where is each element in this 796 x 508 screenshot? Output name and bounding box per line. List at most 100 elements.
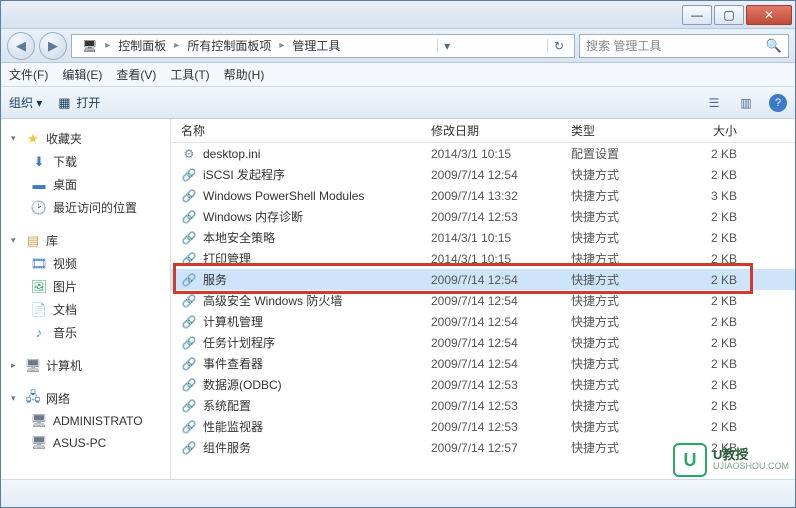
search-icon[interactable]: 🔍 — [766, 38, 782, 54]
sidebar-item-desktop[interactable]: ▬ 桌面 — [1, 173, 170, 196]
file-row[interactable]: 🔗任务计划程序2009/7/14 12:54快捷方式2 KB — [171, 332, 795, 353]
sidebar-item-videos[interactable]: 🎞 视频 — [1, 252, 170, 275]
file-name: Windows PowerShell Modules — [203, 189, 364, 203]
help-button[interactable]: ? — [769, 94, 787, 112]
sidebar-computer-header[interactable]: ▸ 🖥 计算机 — [1, 354, 170, 377]
file-row[interactable]: 🔗打印管理2014/3/1 10:15快捷方式2 KB — [171, 248, 795, 269]
recent-icon: 🕑 — [31, 200, 47, 216]
file-row[interactable]: 🔗本地安全策略2014/3/1 10:15快捷方式2 KB — [171, 227, 795, 248]
file-row[interactable]: 🔗系统配置2009/7/14 12:53快捷方式2 KB — [171, 395, 795, 416]
sidebar-item-recent[interactable]: 🕑 最近访问的位置 — [1, 196, 170, 219]
col-type[interactable]: 类型 — [571, 122, 681, 139]
explorer-window: — ▢ ✕ ◀ ▶ 🖥 ▸ 控制面板 ▸ 所有控制面板项 ▸ 管理工具 ▾ ↻ … — [0, 0, 796, 508]
file-name: 本地安全策略 — [203, 229, 275, 246]
sidebar-item-music[interactable]: ♪ 音乐 — [1, 321, 170, 344]
file-row[interactable]: 🔗计算机管理2009/7/14 12:54快捷方式2 KB — [171, 311, 795, 332]
file-date: 2009/7/14 12:53 — [431, 210, 571, 224]
breadcrumb-sep: ▸ — [172, 40, 181, 51]
sidebar-favorites-header[interactable]: ▾ ★ 收藏夹 — [1, 127, 170, 150]
file-date: 2009/7/14 12:53 — [431, 378, 571, 392]
file-date: 2014/3/1 10:15 — [431, 231, 571, 245]
file-type: 快捷方式 — [571, 250, 681, 267]
file-size: 2 KB — [681, 441, 751, 455]
close-button[interactable]: ✕ — [746, 5, 792, 25]
file-row[interactable]: ⚙desktop.ini2014/3/1 10:15配置设置2 KB — [171, 143, 795, 164]
sidebar-item-downloads[interactable]: ⬇ 下载 — [1, 150, 170, 173]
file-list[interactable]: ⚙desktop.ini2014/3/1 10:15配置设置2 KB🔗iSCSI… — [171, 143, 795, 479]
menu-file[interactable]: 文件(F) — [9, 66, 48, 83]
pc-icon: 🖥 — [31, 435, 47, 451]
computer-icon: 🖥 — [25, 358, 41, 374]
view-options-icon[interactable]: ☰ — [705, 94, 723, 112]
file-row[interactable]: 🔗事件查看器2009/7/14 12:54快捷方式2 KB — [171, 353, 795, 374]
file-size: 2 KB — [681, 378, 751, 392]
sidebar-item-net1[interactable]: 🖥 ADMINISTRATO — [1, 410, 170, 432]
file-date: 2009/7/14 12:54 — [431, 273, 571, 287]
file-row[interactable]: 🔗高级安全 Windows 防火墙2009/7/14 12:54快捷方式2 KB — [171, 290, 795, 311]
file-type: 快捷方式 — [571, 376, 681, 393]
toolbar: 组织 ▾ ▦ 打开 ☰ ▥ ? — [1, 87, 795, 119]
back-button[interactable]: ◀ — [7, 32, 35, 60]
statusbar — [1, 479, 795, 507]
file-icon: 🔗 — [181, 377, 197, 393]
sidebar-item-net2[interactable]: 🖥 ASUS-PC — [1, 432, 170, 454]
menu-tools[interactable]: 工具(T) — [170, 66, 209, 83]
maximize-button[interactable]: ▢ — [714, 5, 744, 25]
file-type: 快捷方式 — [571, 334, 681, 351]
col-date[interactable]: 修改日期 — [431, 122, 571, 139]
col-name[interactable]: 名称 — [171, 122, 431, 139]
libraries-label: 库 — [46, 232, 58, 249]
file-list-pane: 名称 修改日期 类型 大小 ⚙desktop.ini2014/3/1 10:15… — [171, 119, 795, 479]
file-type: 快捷方式 — [571, 208, 681, 225]
open-button[interactable]: ▦ 打开 — [56, 94, 100, 111]
file-name: 系统配置 — [203, 397, 251, 414]
forward-button[interactable]: ▶ — [39, 32, 67, 60]
picture-icon: 🖼 — [31, 279, 47, 295]
address-bar-row: ◀ ▶ 🖥 ▸ 控制面板 ▸ 所有控制面板项 ▸ 管理工具 ▾ ↻ 搜索 管理工… — [1, 29, 795, 63]
file-icon: 🔗 — [181, 440, 197, 456]
menu-edit[interactable]: 编辑(E) — [62, 66, 102, 83]
file-row[interactable]: 🔗数据源(ODBC)2009/7/14 12:53快捷方式2 KB — [171, 374, 795, 395]
sidebar-network-header[interactable]: ▾ 🖧 网络 — [1, 387, 170, 410]
file-name: 服务 — [203, 271, 227, 288]
file-row[interactable]: 🔗Windows 内存诊断2009/7/14 12:53快捷方式2 KB — [171, 206, 795, 227]
pc-icon: 🖥 — [31, 413, 47, 429]
sidebar-libraries-header[interactable]: ▾ ▤ 库 — [1, 229, 170, 252]
menu-view[interactable]: 查看(V) — [116, 66, 156, 83]
menu-help[interactable]: 帮助(H) — [224, 66, 265, 83]
search-input[interactable]: 搜索 管理工具 🔍 — [579, 34, 789, 58]
file-size: 2 KB — [681, 336, 751, 350]
breadcrumb-seg-2[interactable]: 管理工具 — [286, 37, 346, 54]
library-icon: ▤ — [25, 233, 41, 249]
sidebar-network: ▾ 🖧 网络 🖥 ADMINISTRATO 🖥 ASUS-PC — [1, 387, 170, 454]
file-type: 快捷方式 — [571, 397, 681, 414]
refresh-button[interactable]: ↻ — [547, 39, 570, 53]
sidebar-item-documents[interactable]: 📄 文档 — [1, 298, 170, 321]
tri-icon: ▾ — [11, 393, 20, 404]
desktop-label: 桌面 — [53, 176, 77, 193]
documents-label: 文档 — [53, 301, 77, 318]
file-row[interactable]: 🔗Windows PowerShell Modules2009/7/14 13:… — [171, 185, 795, 206]
organize-button[interactable]: 组织 ▾ — [9, 94, 42, 111]
breadcrumb-seg-0[interactable]: 控制面板 — [112, 37, 172, 54]
breadcrumb-dropdown[interactable]: ▾ — [437, 39, 456, 53]
file-row[interactable]: 🔗服务2009/7/14 12:54快捷方式2 KB — [171, 269, 795, 290]
col-size[interactable]: 大小 — [681, 122, 751, 139]
sidebar-item-pictures[interactable]: 🖼 图片 — [1, 275, 170, 298]
file-icon: 🔗 — [181, 209, 197, 225]
document-icon: 📄 — [31, 302, 47, 318]
file-row[interactable]: 🔗性能监视器2009/7/14 12:53快捷方式2 KB — [171, 416, 795, 437]
open-label: 打开 — [76, 94, 100, 111]
file-name: 事件查看器 — [203, 355, 263, 372]
file-row[interactable]: 🔗iSCSI 发起程序2009/7/14 12:54快捷方式2 KB — [171, 164, 795, 185]
computer-label: 计算机 — [46, 357, 82, 374]
breadcrumb-root-icon[interactable]: 🖥 — [76, 39, 103, 53]
file-row[interactable]: 🔗组件服务2009/7/14 12:57快捷方式2 KB — [171, 437, 795, 458]
file-date: 2009/7/14 12:54 — [431, 168, 571, 182]
breadcrumb-seg-1[interactable]: 所有控制面板项 — [181, 37, 277, 54]
file-icon: 🔗 — [181, 188, 197, 204]
breadcrumb[interactable]: 🖥 ▸ 控制面板 ▸ 所有控制面板项 ▸ 管理工具 ▾ ↻ — [71, 34, 575, 58]
minimize-button[interactable]: — — [682, 5, 712, 25]
file-name: desktop.ini — [203, 147, 260, 161]
preview-pane-icon[interactable]: ▥ — [737, 94, 755, 112]
